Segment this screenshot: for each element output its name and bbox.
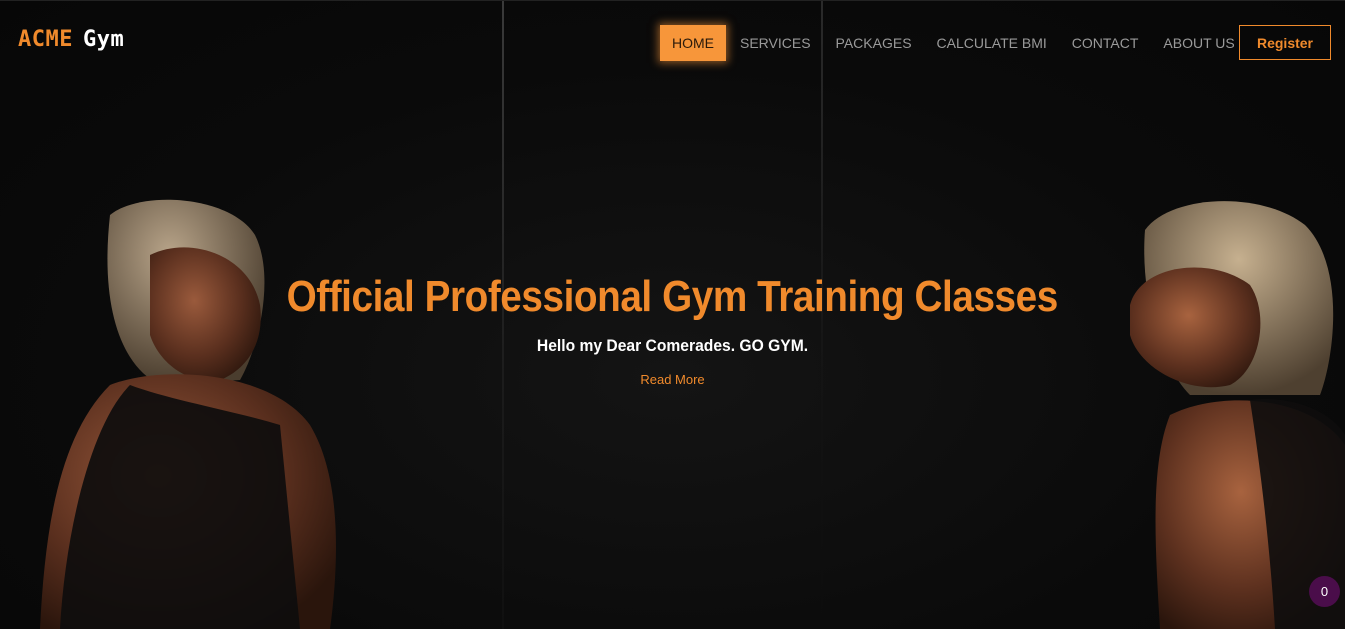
- brand-logo[interactable]: ACME Gym: [18, 27, 124, 52]
- top-navigation-bar: ACME Gym HOME SERVICES PACKAGES CALCULATE…: [0, 0, 1345, 82]
- hero-subtitle: Hello my Dear Comerades. GO GYM.: [536, 336, 809, 355]
- nav-item-services[interactable]: SERVICES: [729, 26, 822, 60]
- nav-item-home[interactable]: HOME: [660, 25, 726, 61]
- nav-item-packages[interactable]: PACKAGES: [825, 26, 923, 60]
- athlete-figure-left: [40, 199, 336, 629]
- hero-title: Official Professional Gym Training Class…: [286, 272, 1059, 321]
- main-nav: HOME SERVICES PACKAGES CALCULATE BMI CON…: [660, 25, 1249, 61]
- nav-item-about-us[interactable]: ABOUT US: [1152, 26, 1245, 60]
- page: ACME Gym HOME SERVICES PACKAGES CALCULATE…: [0, 0, 1345, 629]
- nav-item-calculate-bmi[interactable]: CALCULATE BMI: [926, 26, 1058, 60]
- read-more-link[interactable]: Read More: [640, 372, 704, 387]
- nav-item-contact[interactable]: CONTACT: [1061, 26, 1150, 60]
- brand-name-first: ACME: [18, 27, 73, 52]
- floating-counter-badge[interactable]: 0: [1309, 576, 1340, 607]
- register-button[interactable]: Register: [1239, 25, 1331, 60]
- athlete-figure-right: [1130, 201, 1345, 629]
- hero-section: Official Professional Gym Training Class…: [0, 272, 1345, 389]
- brand-name-second: Gym: [82, 27, 125, 52]
